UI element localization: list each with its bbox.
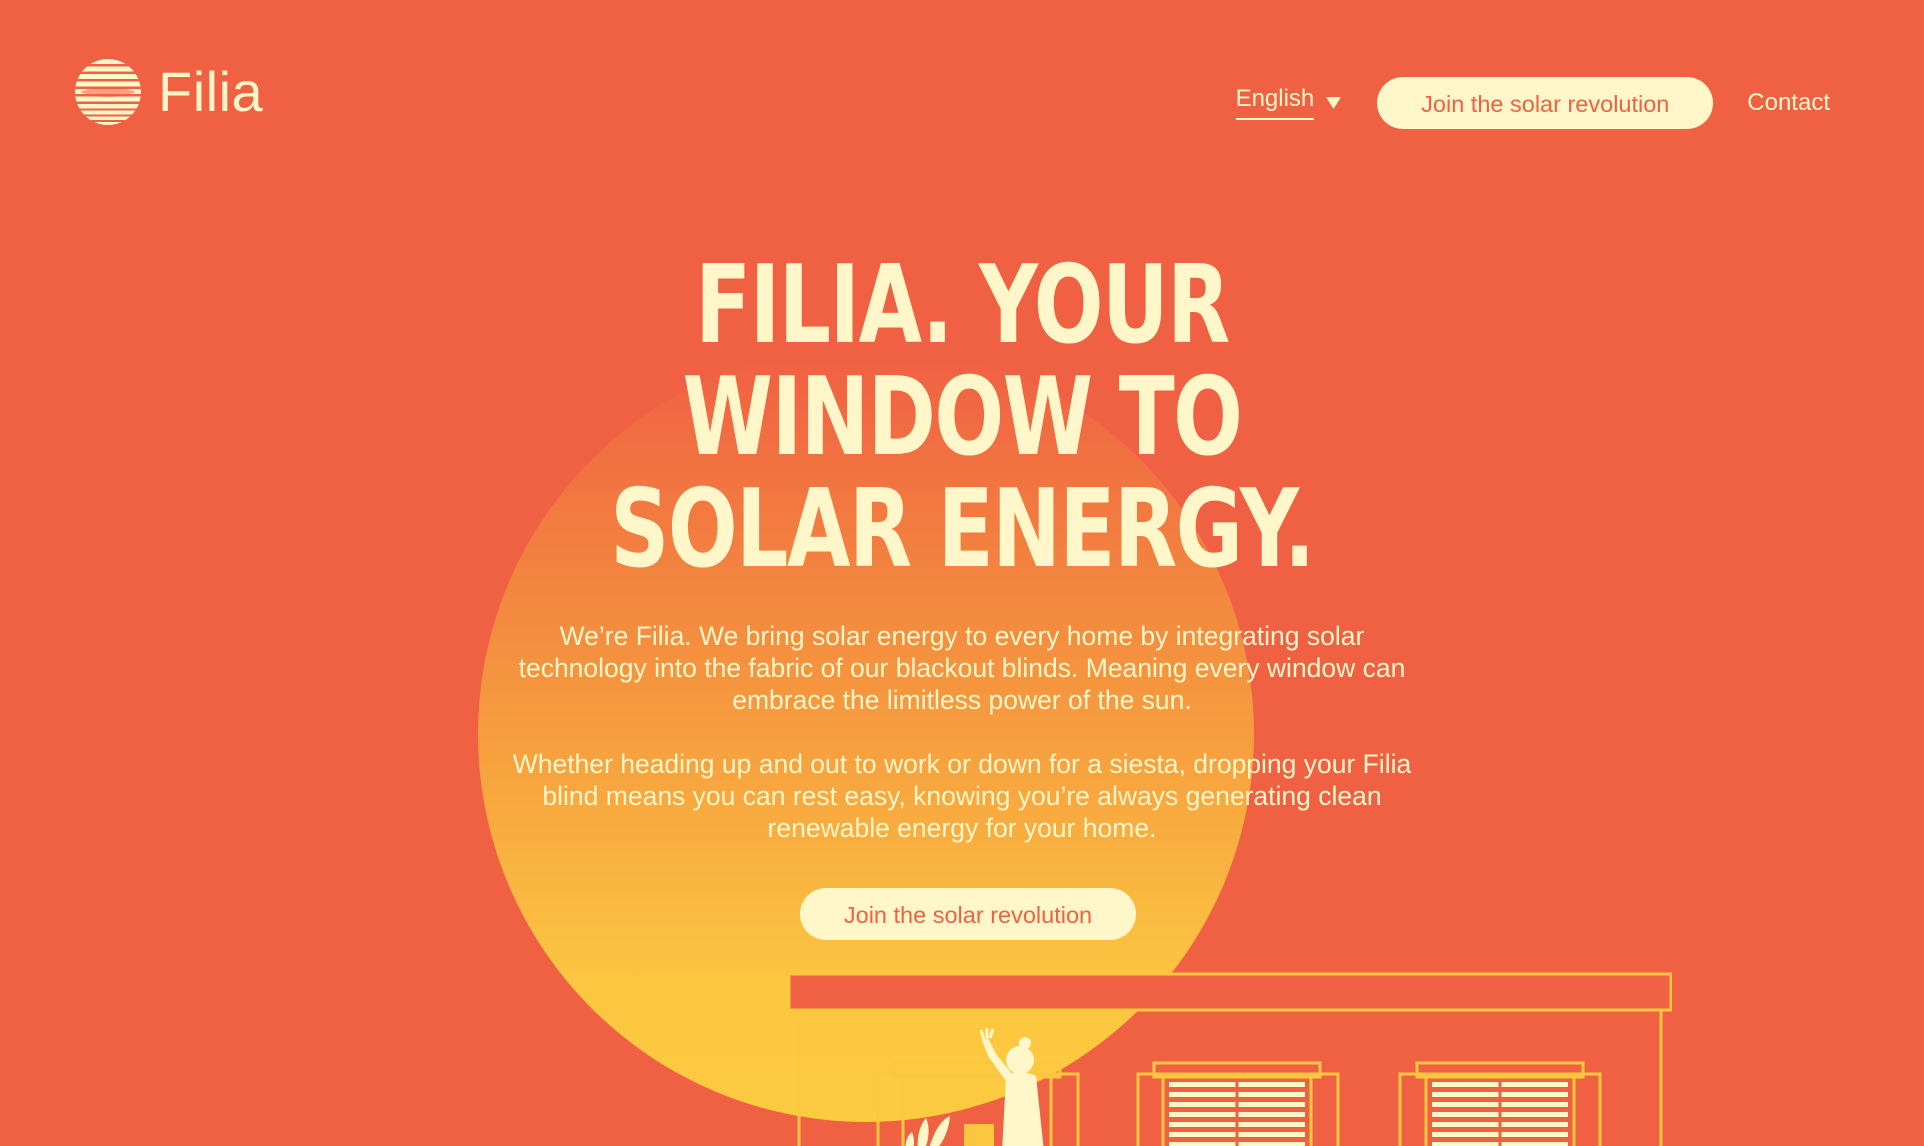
plant [905,1116,950,1146]
brand-logo[interactable]: Filia [74,58,263,126]
house-illustration [788,972,1672,1146]
language-selector[interactable]: English [1235,85,1342,121]
window-blind-down-1 [1136,1061,1340,1146]
striped-sun-icon [75,59,141,125]
hero-title: FILIA. YOUR WINDOW TO SOLAR ENERGY. [610,243,1315,592]
person-waving [964,1028,1044,1146]
house-roof [788,972,1672,1012]
language-label: English [1235,85,1315,121]
hero-copy: We’re Filia. We bring solar energy to ev… [512,620,1412,844]
join-revolution-nav-button[interactable]: Join the solar revolution [1377,77,1714,129]
contact-link[interactable]: Contact [1747,89,1830,117]
top-nav: English Join the solar revolution Contac… [1235,77,1830,129]
join-revolution-hero-button[interactable]: Join the solar revolution [800,888,1136,940]
hero-section: FILIA. YOUR WINDOW TO SOLAR ENERGY. We’r… [0,250,1924,940]
chevron-down-icon [1326,96,1342,109]
page: Filia English Join the solar revolution … [0,0,1924,1146]
hero-paragraph-2: Whether heading up and out to work or do… [512,749,1412,843]
window-blind-down-2 [1398,1061,1602,1146]
brand-name: Filia [158,60,264,123]
hero-paragraph-1: We’re Filia. We bring solar energy to ev… [518,621,1406,715]
